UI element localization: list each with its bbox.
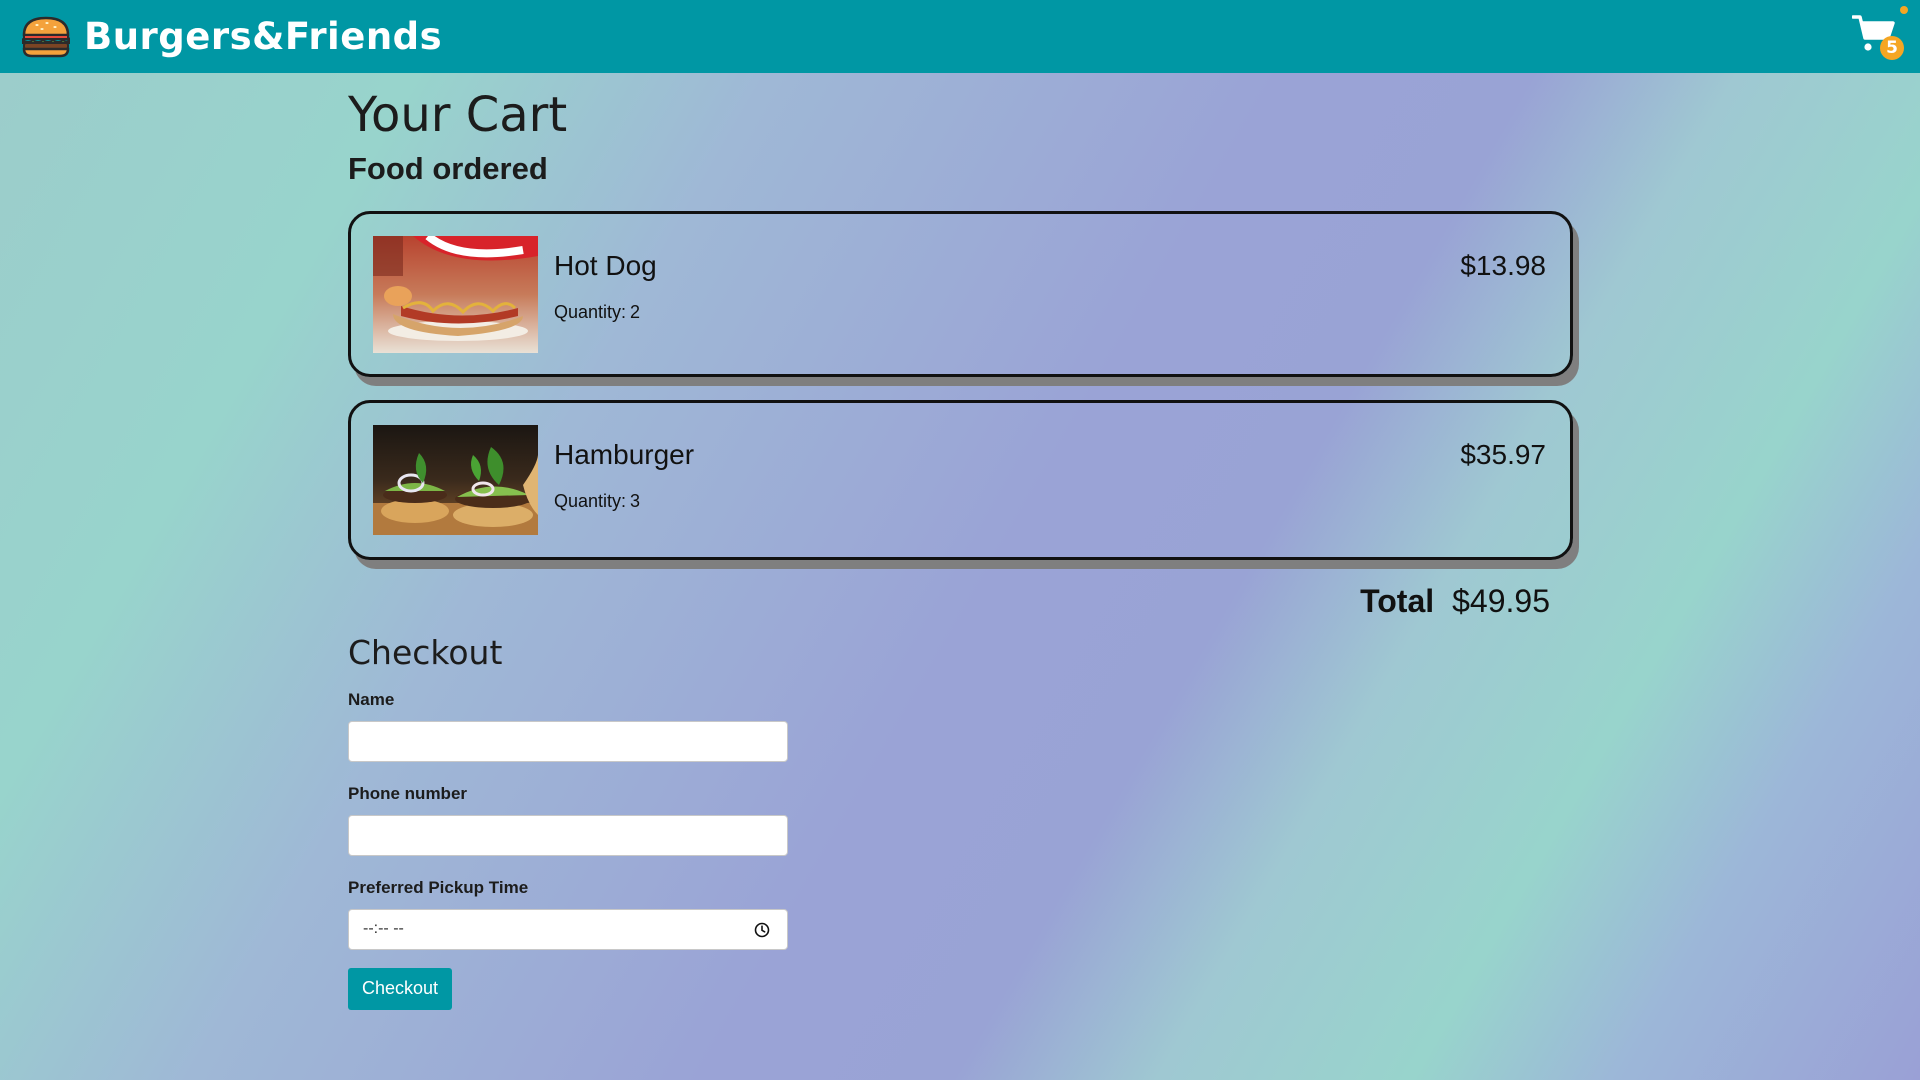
top-bar: Burgers&Friends 5 xyxy=(0,0,1920,73)
clock-icon[interactable] xyxy=(754,922,770,938)
item-name: Hot Dog xyxy=(554,249,657,281)
checkout-form: Name Phone number Preferred Pickup Time … xyxy=(348,690,1574,1010)
item-name: Hamburger xyxy=(554,438,695,470)
pickup-time-label: Preferred Pickup Time xyxy=(348,877,529,897)
quantity-value: 2 xyxy=(630,301,641,322)
item-price: $35.97 xyxy=(1460,438,1546,470)
burger-icon xyxy=(22,16,70,57)
pickup-time-value: --:-- -- xyxy=(363,919,404,937)
quantity-value: 3 xyxy=(630,490,641,511)
hamburger-photo xyxy=(373,424,538,535)
section-title: Food ordered xyxy=(348,150,548,186)
main-content: Your Cart Food ordered Hot Dog Quantity:… xyxy=(348,73,1574,1010)
checkout-title: Checkout xyxy=(348,632,503,672)
cart-total: Total $49.95 xyxy=(348,583,1574,623)
cart-button[interactable]: 5 xyxy=(1852,6,1908,64)
cart-item-hot-dog: Hot Dog Quantity: 2 $13.98 xyxy=(348,210,1573,377)
brand[interactable]: Burgers&Friends xyxy=(20,0,442,73)
name-label: Name xyxy=(348,689,395,709)
total-value: $49.95 xyxy=(1452,582,1550,619)
phone-label: Phone number xyxy=(348,783,468,803)
item-price: $13.98 xyxy=(1460,249,1546,281)
item-info: Hamburger Quantity: 3 xyxy=(554,425,1460,512)
cart-notification-dot xyxy=(1900,6,1908,14)
cart-count-badge: 5 xyxy=(1880,36,1904,60)
total-label: Total xyxy=(1360,582,1435,619)
quantity-label: Quantity: xyxy=(554,301,627,322)
hot-dog-photo xyxy=(373,235,538,353)
quantity-label: Quantity: xyxy=(554,490,627,511)
checkout-button[interactable]: Checkout xyxy=(348,967,453,1010)
item-info: Hot Dog Quantity: 2 xyxy=(554,236,1460,323)
pickup-time-input[interactable]: --:-- -- xyxy=(348,908,788,950)
cart-item-hamburger: Hamburger Quantity: 3 $35.97 xyxy=(348,399,1573,560)
phone-input[interactable] xyxy=(348,814,788,856)
cart-list: Hot Dog Quantity: 2 $13.98 Hamburger Qua… xyxy=(348,210,1574,560)
brand-name: Burgers&Friends xyxy=(84,15,443,58)
name-input[interactable] xyxy=(348,720,788,762)
item-quantity: Quantity: 3 xyxy=(554,491,1460,512)
item-quantity: Quantity: 2 xyxy=(554,302,1460,323)
page-title: Your Cart xyxy=(348,87,568,143)
